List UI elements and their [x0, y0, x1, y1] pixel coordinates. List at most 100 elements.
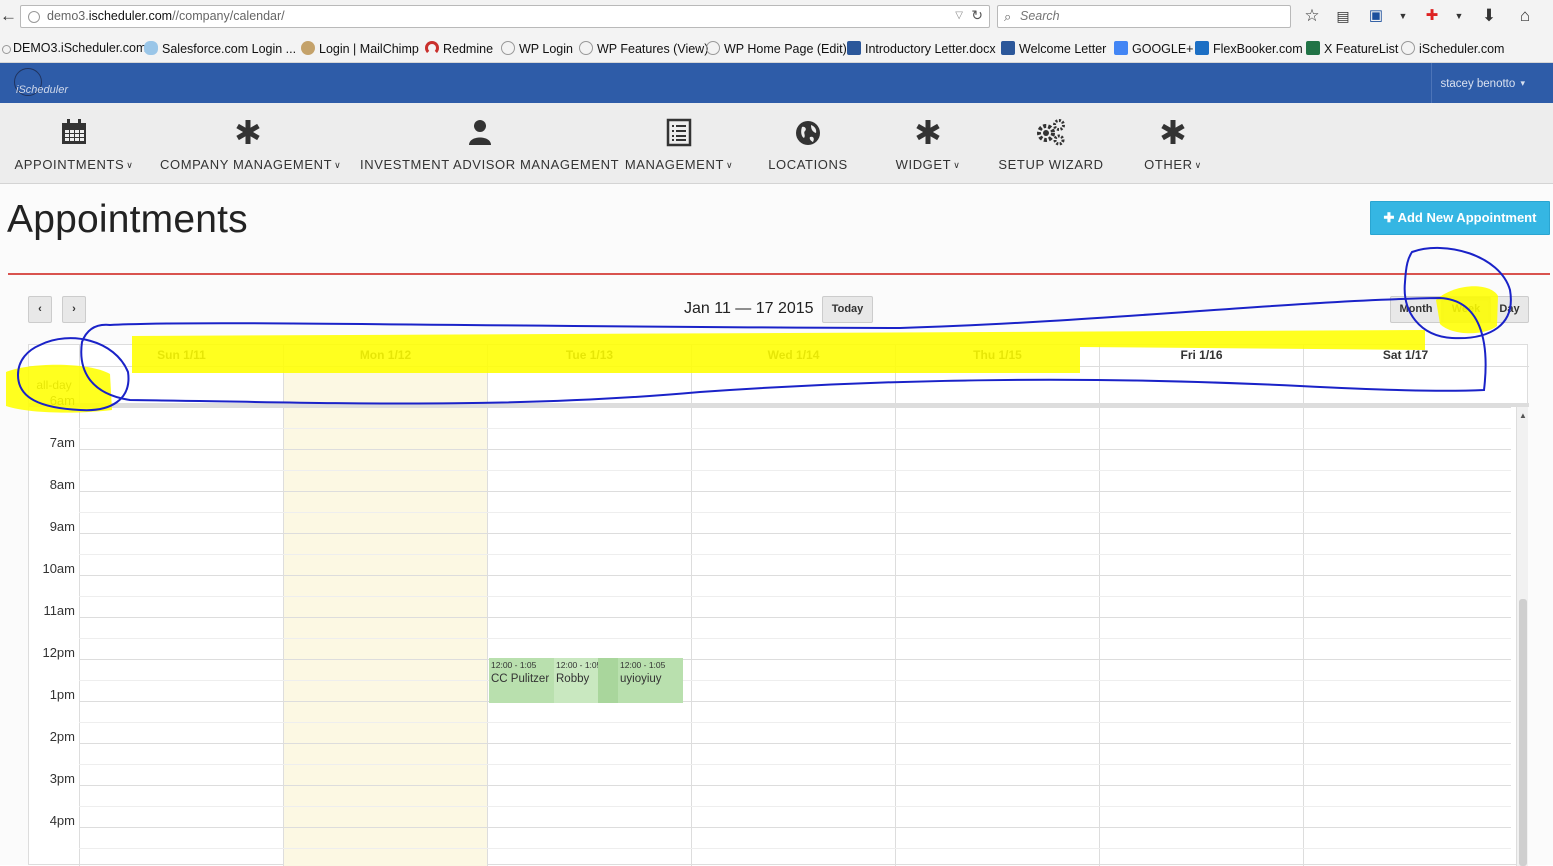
- add-button-label: Add New Appointment: [1397, 210, 1537, 225]
- column-divider: [1303, 367, 1304, 404]
- nav-appointments[interactable]: APPOINTMENTS ∨: [14, 103, 134, 184]
- add-new-appointment-button[interactable]: ✚ Add New Appointment: [1370, 201, 1550, 235]
- column-divider: [895, 367, 896, 404]
- home-icon[interactable]: ⌂: [1515, 6, 1535, 26]
- nav-investment-advisor-management[interactable]: INVESTMENT ADVISOR MANAGEMENT: [360, 103, 619, 184]
- bookmark-item[interactable]: WP Features (View): [579, 41, 708, 56]
- bookmark-item[interactable]: iScheduler.com: [1401, 41, 1504, 56]
- bookmark-item[interactable]: WP Home Page (Edit): [706, 41, 847, 56]
- next-week-button[interactable]: ›: [62, 296, 86, 323]
- bookmark-star-icon[interactable]: ☆: [1302, 6, 1322, 26]
- hour-line: [79, 743, 1511, 744]
- url-text[interactable]: demo3.ischeduler.com//company/calendar/: [47, 9, 285, 23]
- check-icon: [1401, 41, 1415, 55]
- bookmark-label: DEMO3.iScheduler.com: [13, 41, 147, 55]
- day-column[interactable]: [79, 407, 283, 866]
- half-hour-line: [79, 680, 1511, 681]
- app-header: iScheduler stacey benotto ▾: [0, 63, 1553, 103]
- hour-line: [79, 785, 1511, 786]
- cloud-icon: [144, 41, 158, 55]
- nav-other[interactable]: OTHER ∨: [1137, 103, 1209, 184]
- day-column[interactable]: [691, 407, 895, 866]
- bookmark-item[interactable]: Welcome Letter: [1001, 41, 1106, 56]
- column-divider: [79, 367, 80, 404]
- bookmark-item[interactable]: Redmine: [425, 41, 493, 56]
- week-calendar: Sun 1/11 Mon 1/12 Tue 1/13 Wed 1/14 Thu …: [28, 344, 1529, 866]
- nav-company-management[interactable]: COMPANY MANAGEMENT ∨: [160, 103, 341, 184]
- bookmark-label: Salesforce.com Login ...: [162, 42, 297, 56]
- day-column-today[interactable]: [283, 407, 487, 866]
- addon-cross-icon[interactable]: ✚: [1422, 6, 1442, 26]
- bookmark-item[interactable]: Login | MailChimp: [301, 41, 419, 56]
- scroll-thumb[interactable]: [1519, 599, 1527, 866]
- user-menu[interactable]: stacey benotto ▾: [1431, 63, 1533, 103]
- nav-widget[interactable]: WIDGET ∨: [888, 103, 968, 184]
- hour-line: [79, 617, 1511, 618]
- browser-search-input[interactable]: [1020, 9, 1280, 23]
- bookmark-item[interactable]: WP Login: [501, 41, 573, 56]
- excel-icon: [1306, 41, 1320, 55]
- half-hour-line: [79, 596, 1511, 597]
- reading-list-icon[interactable]: ▤: [1333, 6, 1353, 26]
- today-all-day-cell[interactable]: [283, 367, 487, 404]
- reload-icon[interactable]: ↻: [971, 7, 983, 24]
- all-day-row: all-day: [29, 366, 1529, 404]
- day-label: Day: [1499, 303, 1520, 315]
- calendar-event[interactable]: 12:00 - 1:05 CC Pulitzer: [489, 658, 554, 703]
- hour-line: [79, 491, 1511, 492]
- calendar-scrollbar[interactable]: ▲: [1516, 407, 1528, 866]
- column-divider: [487, 367, 488, 404]
- time-label: 7am: [49, 435, 75, 450]
- day-column[interactable]: [1099, 407, 1303, 866]
- calendar-event[interactable]: 12:00 - 1:05 uyioyiuy: [618, 658, 683, 703]
- bookmark-item[interactable]: DEMO3.iScheduler.com: [2, 41, 146, 55]
- check-icon: [579, 41, 593, 55]
- time-label: 1pm: [49, 687, 75, 702]
- prev-week-button[interactable]: ‹: [28, 296, 52, 323]
- day-column[interactable]: [895, 407, 1099, 866]
- bookmark-label: Welcome Letter: [1019, 42, 1107, 56]
- time-label: 10am: [42, 561, 75, 576]
- day-view-button[interactable]: Day: [1490, 296, 1529, 323]
- globe-icon: [796, 121, 820, 145]
- month-view-button[interactable]: Month: [1390, 296, 1442, 323]
- time-label: 2pm: [49, 729, 75, 744]
- url-path: //company/calendar/: [172, 9, 285, 23]
- browser-search-box[interactable]: ⌕: [997, 5, 1291, 28]
- address-bar[interactable]: demo3.ischeduler.com//company/calendar/ …: [20, 5, 990, 28]
- bookmark-label: WP Home Page (Edit): [724, 42, 847, 56]
- addon-dropdown-icon[interactable]: ▼: [1449, 6, 1469, 26]
- day-header: Mon 1/12: [283, 345, 487, 366]
- user-name: stacey benotto: [1440, 78, 1516, 90]
- time-label: 3pm: [49, 771, 75, 786]
- scroll-up-icon[interactable]: ▲: [1519, 411, 1527, 420]
- nav-label: MANAGEMENT: [624, 157, 724, 172]
- bookmark-item[interactable]: GOOGLE+: [1114, 41, 1193, 56]
- downloads-icon[interactable]: ⬇: [1479, 6, 1499, 26]
- event-title: uyioyiuy: [620, 673, 662, 685]
- bookmark-item[interactable]: FlexBooker.com: [1195, 41, 1303, 56]
- week-view-button[interactable]: Week: [1441, 296, 1491, 323]
- url-host: ischeduler.com: [88, 9, 173, 23]
- half-hour-line: [79, 722, 1511, 723]
- today-button[interactable]: Today: [822, 296, 873, 323]
- save-dropdown-icon[interactable]: ▼: [1393, 6, 1413, 26]
- day-column[interactable]: [487, 407, 691, 866]
- url-prefix: demo3.: [47, 9, 89, 23]
- bookmark-item[interactable]: X FeatureList: [1306, 41, 1398, 56]
- bookmark-item[interactable]: Introductory Letter.docx: [847, 41, 996, 56]
- url-dropdown-icon[interactable]: ▽: [955, 10, 963, 21]
- back-arrow-icon[interactable]: ←: [0, 3, 20, 29]
- calendar-range-title: Jan 11 — 17 2015: [684, 300, 814, 317]
- nav-management[interactable]: MANAGEMENT ∨: [624, 103, 734, 184]
- save-page-icon[interactable]: ▣: [1366, 6, 1386, 26]
- bookmark-label: WP Login: [519, 42, 573, 56]
- time-label: 11am: [43, 603, 75, 618]
- day-header: Tue 1/13: [487, 345, 691, 366]
- bookmark-item[interactable]: Salesforce.com Login ...: [144, 41, 296, 56]
- app-logo[interactable]: iScheduler: [10, 67, 72, 99]
- nav-locations[interactable]: LOCATIONS: [763, 103, 853, 184]
- column-divider: [1099, 367, 1100, 404]
- day-column[interactable]: [1303, 407, 1511, 866]
- nav-setup-wizard[interactable]: SETUP WIZARD: [996, 103, 1106, 184]
